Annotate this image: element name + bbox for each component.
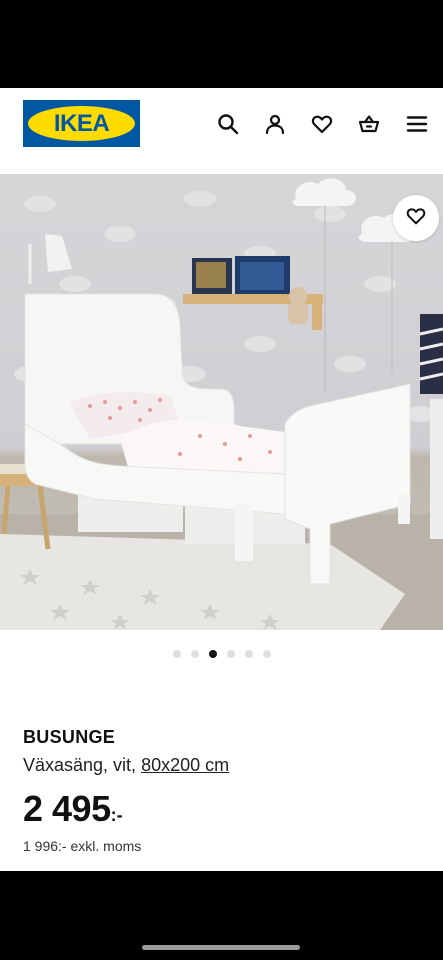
menu-icon[interactable]: [404, 111, 430, 137]
carousel-dot[interactable]: [262, 650, 271, 658]
bed-photo: [0, 178, 443, 630]
status-bar: [0, 0, 443, 88]
size-link[interactable]: 80x200 cm: [141, 755, 229, 775]
product-description: Växasäng, vit, 80x200 cm: [23, 755, 229, 776]
price-amount: 2 495: [23, 788, 111, 829]
carousel-dot-active[interactable]: [208, 650, 217, 658]
heart-icon[interactable]: [309, 111, 335, 137]
bottom-bar: [0, 871, 443, 960]
add-to-favourites-button[interactable]: [393, 195, 439, 241]
price-excluding-vat: 1 996:- exkl. moms: [23, 838, 142, 854]
product-image[interactable]: [0, 174, 443, 630]
search-icon[interactable]: [215, 111, 241, 137]
home-indicator[interactable]: [142, 945, 300, 950]
carousel-dot[interactable]: [226, 650, 235, 658]
logo-text: IKEA: [53, 109, 110, 137]
product-price: 2 495:-: [23, 788, 123, 830]
logo-oval: IKEA: [28, 106, 135, 141]
image-carousel-dots: [0, 650, 443, 662]
carousel-dot[interactable]: [244, 650, 253, 658]
heart-outline-icon: [405, 205, 427, 232]
product-name: BUSUNGE: [23, 727, 116, 747]
product-page: IKEA BUSUNGE Växasäng, vit, 80x200 cm 2 …: [0, 88, 443, 871]
cart-icon[interactable]: [356, 111, 382, 137]
site-header: IKEA: [0, 88, 443, 174]
user-icon[interactable]: [262, 111, 288, 137]
carousel-dot[interactable]: [172, 650, 181, 658]
ikea-logo[interactable]: IKEA: [23, 100, 140, 147]
price-suffix: :-: [110, 805, 123, 825]
product-description-text: Växasäng, vit,: [23, 755, 142, 775]
carousel-dot[interactable]: [190, 650, 199, 658]
